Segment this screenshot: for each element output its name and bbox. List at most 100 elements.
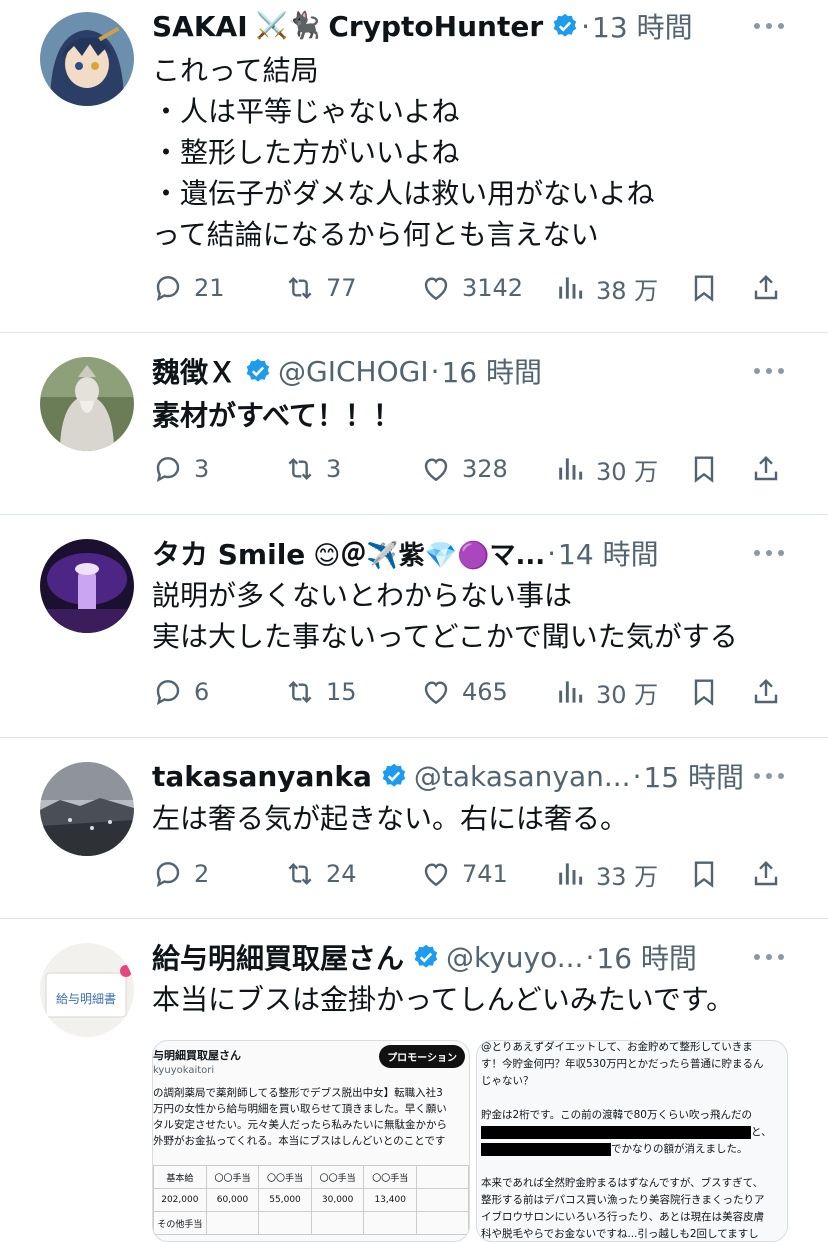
views-count: 30 万 (596, 680, 659, 709)
reply-button[interactable]: 21 (152, 268, 225, 308)
retweet-button[interactable]: 15 (284, 672, 357, 712)
media-header-handle: kyuyokaitori (153, 1065, 215, 1076)
table-cell: 〇〇手当 (310, 1165, 365, 1189)
retweet-icon (288, 276, 312, 300)
table-cell: 30,000 (310, 1188, 365, 1212)
media-text-fragment: でかなりの額が消えました。 (611, 1143, 748, 1155)
views-count: 38 万 (596, 276, 659, 305)
table-row: 202,000 60,000 55,000 30,000 13,400 (153, 1188, 469, 1212)
timestamp[interactable]: 16 時間 (596, 937, 697, 977)
table-cell (205, 1211, 260, 1235)
views-icon (559, 458, 583, 480)
media-text: の調剤薬局で薬剤師してる整形でデブス脱出中女】転職入社3 万円の女性から給与明細… (153, 1087, 447, 1147)
table-cell (310, 1211, 365, 1235)
views-button[interactable]: 30 万 (554, 672, 658, 712)
timestamp[interactable]: 16 時間 (441, 351, 542, 391)
share-button[interactable] (750, 672, 782, 712)
bookmark-button[interactable] (688, 268, 720, 308)
tweet[interactable]: SAKAI ⚔️🐈‍⬛ CryptoHunter · 13 時間 これって結局 … (0, 0, 828, 332)
retweet-icon (288, 680, 312, 704)
share-button[interactable] (750, 854, 782, 894)
reply-icon (156, 457, 180, 482)
more-options-icon[interactable] (754, 367, 784, 375)
media-image-left[interactable]: 与明細買取屋さん kyuyokaitori プロモーション の調剤薬局で薬剤師し… (152, 1040, 470, 1242)
display-name[interactable]: タカ Smile (152, 533, 305, 573)
tweet[interactable]: タカ Smile 😊＠✈️紫💎🟣マ... · 14 時間 説明が多くないとわから… (0, 515, 828, 737)
views-count: 33 万 (596, 862, 659, 891)
avatar[interactable] (40, 357, 134, 451)
retweet-button[interactable]: 3 (284, 449, 341, 489)
share-button[interactable] (750, 449, 782, 489)
tweet-text: 説明が多くないとわからない事は 実は大した事ないってどこかで聞いた気がする (152, 579, 738, 653)
separator-dot: · (585, 940, 595, 974)
display-name[interactable]: takasanyanka (152, 760, 372, 793)
retweet-count: 77 (326, 274, 357, 302)
timestamp[interactable]: 14 時間 (558, 533, 659, 573)
table-cell: 13,400 (363, 1188, 417, 1212)
retweet-count: 24 (326, 860, 357, 888)
payslip-table: 基本給 〇〇手当 〇〇手当 〇〇手当 〇〇手当 202,000 60,000 5… (153, 1165, 469, 1235)
table-row: 基本給 〇〇手当 〇〇手当 〇〇手当 〇〇手当 (153, 1165, 469, 1189)
like-count: 3142 (462, 274, 524, 302)
media-text-fragment: と、 (751, 1126, 772, 1138)
table-cell: 55,000 (258, 1188, 312, 1212)
heart-icon (424, 681, 448, 705)
tweet[interactable]: 魏徴Ｘ @GICHOGI · 16 時間 素材がすべて！！！ 3 3 328 3… (0, 333, 828, 514)
views-button[interactable]: 30 万 (554, 449, 658, 489)
share-icon (754, 274, 778, 300)
avatar[interactable]: 給与明細書 (40, 943, 134, 1037)
name-emoji: ⚔️🐈‍⬛ (255, 11, 321, 41)
share-button[interactable] (750, 268, 782, 308)
more-options-icon[interactable] (754, 953, 784, 961)
handle[interactable]: @takasanyan... (414, 760, 631, 793)
reply-count: 6 (194, 678, 210, 706)
reply-count: 21 (194, 274, 225, 302)
reply-button[interactable]: 3 (152, 449, 209, 489)
reply-count: 2 (194, 860, 210, 888)
redaction-bar (481, 1125, 751, 1139)
views-button[interactable]: 38 万 (554, 268, 658, 308)
display-name[interactable]: SAKAI (152, 10, 248, 43)
handle[interactable]: @kyuyo... (446, 941, 583, 974)
table-cell (363, 1211, 417, 1235)
like-count: 465 (462, 678, 508, 706)
avatar[interactable] (40, 12, 134, 106)
like-button[interactable]: 465 (420, 672, 508, 712)
media-image-right[interactable]: @とりあえずダイエットして、お金貯めて整形していきま す！今貯金何円？年収530… (476, 1040, 788, 1242)
bookmark-icon (694, 679, 714, 706)
avatar[interactable] (40, 762, 134, 856)
display-name[interactable]: 給与明細買取屋さん (152, 937, 404, 977)
display-name-suffix[interactable]: CryptoHunter (328, 10, 543, 43)
separator-dot: · (430, 354, 440, 388)
bookmark-button[interactable] (688, 854, 720, 894)
handle[interactable]: @GICHOGI (278, 355, 429, 388)
views-count: 30 万 (596, 457, 659, 486)
table-cell (416, 1211, 469, 1235)
timestamp[interactable]: 15 時間 (643, 756, 744, 796)
avatar[interactable] (40, 539, 134, 633)
timestamp[interactable]: 13 時間 (592, 6, 693, 46)
tweet-text: 素材がすべて！！！ (152, 399, 401, 432)
tweet[interactable]: takasanyanka @takasanyan... · 15 時間 左は奢る… (0, 738, 828, 918)
media-text-answer: 貯金は2桁です。この前の渡韓で80万くらい吹っ飛んだの (481, 1109, 752, 1121)
reply-button[interactable]: 2 (152, 854, 209, 894)
display-name[interactable]: 魏徴Ｘ (152, 351, 236, 391)
name-emoji: 😊＠✈️紫💎🟣マ... (313, 540, 546, 571)
views-button[interactable]: 33 万 (554, 854, 658, 894)
bookmark-button[interactable] (688, 672, 720, 712)
more-options-icon[interactable] (754, 22, 784, 30)
more-options-icon[interactable] (754, 772, 784, 780)
table-cell: 60,000 (205, 1188, 260, 1212)
retweet-button[interactable]: 77 (284, 268, 357, 308)
more-options-icon[interactable] (754, 549, 784, 557)
retweet-button[interactable]: 24 (284, 854, 357, 894)
bookmark-icon (694, 456, 714, 483)
table-cell: 〇〇手当 (258, 1165, 312, 1189)
table-cell: 202,000 (153, 1188, 207, 1212)
bookmark-button[interactable] (688, 449, 720, 489)
like-button[interactable]: 3142 (420, 268, 523, 308)
like-button[interactable]: 328 (420, 449, 508, 489)
tweet-actions: 21 77 3142 38 万 (152, 268, 786, 308)
reply-button[interactable]: 6 (152, 672, 209, 712)
like-button[interactable]: 741 (420, 854, 508, 894)
